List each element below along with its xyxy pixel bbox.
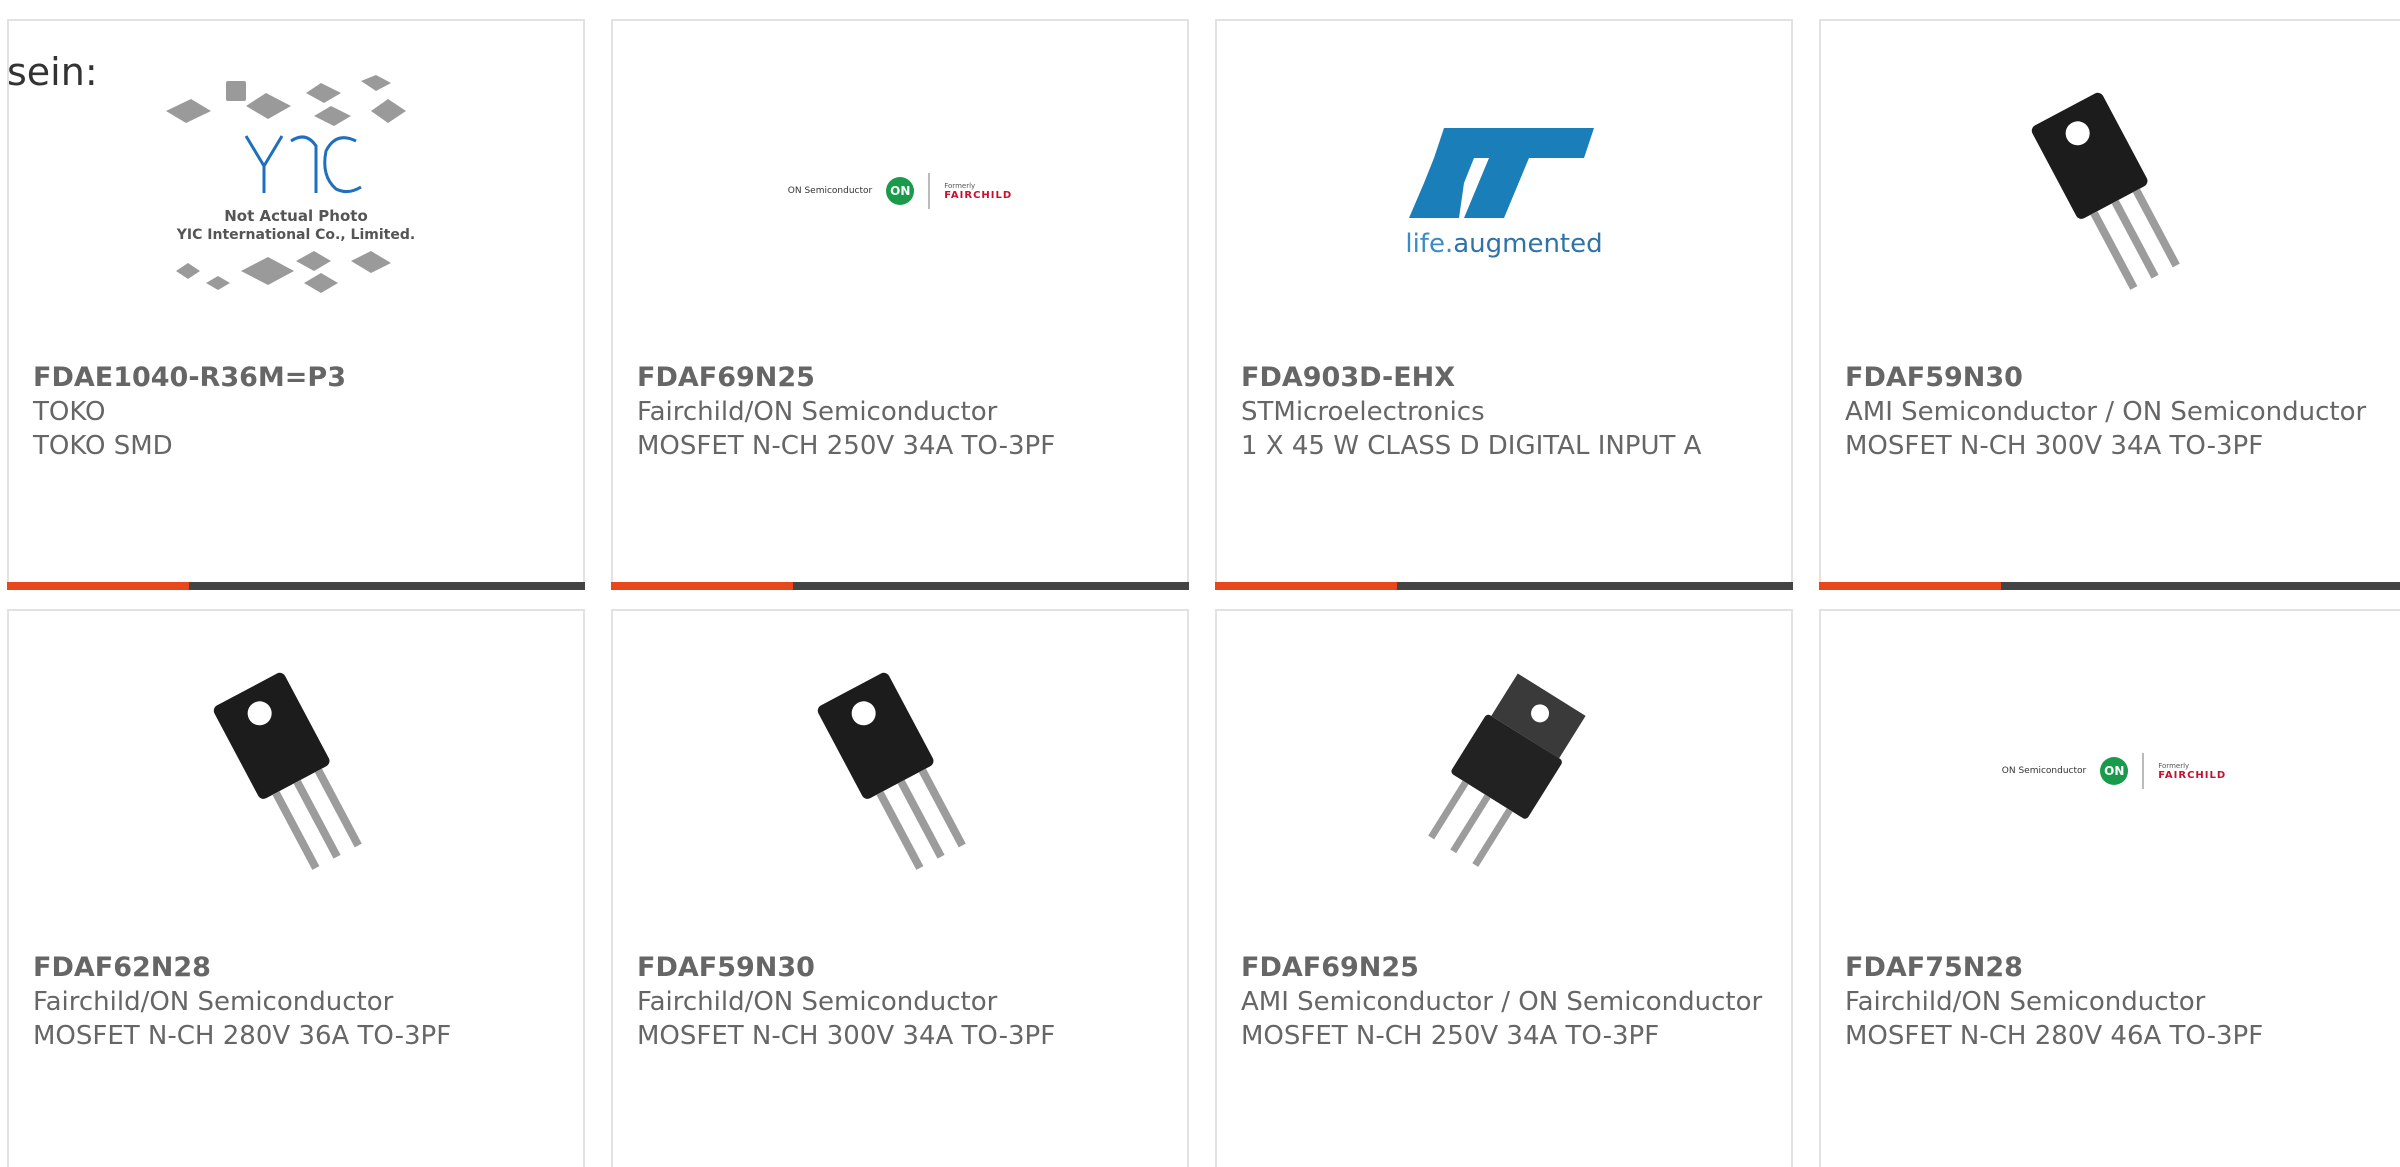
part-number[interactable]: FDAF75N28: [1845, 951, 2389, 985]
part-number[interactable]: FDAF69N25: [1241, 951, 1773, 985]
yic-placeholder-image: Not Actual Photo YIC International Co., …: [166, 75, 415, 293]
product-card[interactable]: Not Actual Photo YIC International Co., …: [7, 19, 585, 590]
product-image[interactable]: ON Semiconductor ON Formerly FAIRCHILD: [1821, 666, 2400, 876]
on-semi-text: ON Semiconductor: [787, 186, 873, 196]
on-fairchild-logo: ON Semiconductor ON Formerly FAIRCHILD: [2002, 753, 2226, 789]
manufacturer: Fairchild/ON Semiconductor: [1845, 987, 2206, 1017]
card-accent-bar: [1215, 582, 1397, 590]
card-accent-bar: [7, 582, 189, 590]
manufacturer: TOKO: [33, 397, 106, 427]
manufacturer: Fairchild/ON Semiconductor: [637, 397, 998, 427]
product-info: FDAF59N30 Fairchild/ON Semiconductor MOS…: [637, 951, 1169, 1053]
product-image[interactable]: [9, 666, 583, 876]
on-fairchild-logo: ON Semiconductor ON Formerly FAIRCHILD: [788, 173, 1012, 209]
product-info: FDAF62N28 Fairchild/ON Semiconductor MOS…: [33, 951, 565, 1053]
part-number[interactable]: FDAE1040-R36M=P3: [33, 361, 565, 395]
manufacturer: Fairchild/ON Semiconductor: [33, 987, 394, 1017]
transistor-to3pf-icon: [817, 672, 966, 870]
transistor-to3pf-icon: [213, 672, 362, 870]
st-tagline-a: life.: [1405, 229, 1454, 259]
product-card[interactable]: ON Semiconductor ON Formerly FAIRCHILD F…: [611, 19, 1189, 590]
product-image[interactable]: life.augmented: [1217, 86, 1791, 296]
fairchild-logo-text: FAIRCHILD: [2158, 769, 2227, 781]
product-info: FDAE1040-R36M=P3 TOKO TOKO SMD: [33, 361, 565, 463]
product-image[interactable]: Not Actual Photo YIC International Co., …: [9, 75, 583, 296]
product-info: FDAF75N28 Fairchild/ON Semiconductor MOS…: [1845, 951, 2389, 1053]
product-image[interactable]: ON Semiconductor ON Formerly FAIRCHILD: [613, 86, 1187, 296]
product-image[interactable]: [1217, 666, 1791, 876]
card-bottom-bar: [1215, 582, 1793, 590]
st-tagline-b: augmented: [1453, 229, 1603, 259]
part-number[interactable]: FDA903D-EHX: [1241, 361, 1773, 395]
part-number[interactable]: FDAF62N28: [33, 951, 565, 985]
product-card[interactable]: FDAF59N30 Fairchild/ON Semiconductor MOS…: [611, 609, 1189, 1167]
formerly-text: Formerly: [2158, 761, 2190, 770]
product-info: FDAF59N30 AMI Semiconductor / ON Semicon…: [1845, 361, 2389, 463]
yic-line1: Not Actual Photo: [224, 207, 368, 225]
description: 1 X 45 W CLASS D DIGITAL INPUT A: [1241, 431, 1702, 461]
product-card[interactable]: FDAF59N30 AMI Semiconductor / ON Semicon…: [1819, 19, 2400, 590]
product-info: FDAF69N25 AMI Semiconductor / ON Semicon…: [1241, 951, 1773, 1053]
description: MOSFET N-CH 300V 34A TO-3PF: [637, 1021, 1056, 1051]
product-card[interactable]: ON Semiconductor ON Formerly FAIRCHILD F…: [1819, 609, 2400, 1167]
description: MOSFET N-CH 250V 34A TO-3PF: [637, 431, 1056, 461]
description: TOKO SMD: [33, 431, 173, 461]
description: MOSFET N-CH 280V 46A TO-3PF: [1845, 1021, 2264, 1051]
card-accent-bar: [611, 582, 793, 590]
logo-divider: [928, 173, 931, 209]
caption-text: sein:: [7, 50, 98, 94]
description: MOSFET N-CH 300V 34A TO-3PF: [1845, 431, 2264, 461]
product-card[interactable]: FDAF69N25 AMI Semiconductor / ON Semicon…: [1215, 609, 1793, 1167]
card-bottom-bar: [611, 582, 1189, 590]
on-logo-icon: ON: [886, 177, 915, 205]
product-grid: Not Actual Photo YIC International Co., …: [0, 0, 2400, 1167]
product-image[interactable]: [613, 666, 1187, 876]
st-logo-icon: [1409, 128, 1594, 218]
product-info: FDAF69N25 Fairchild/ON Semiconductor MOS…: [637, 361, 1169, 463]
st-logo: life.augmented: [1404, 123, 1604, 259]
card-bottom-bar: [7, 582, 585, 590]
formerly-text: Formerly: [944, 181, 976, 190]
card-bottom-bar: [1819, 582, 2400, 590]
product-card[interactable]: life.augmented FDA903D-EHX STMicroelectr…: [1215, 19, 1793, 590]
logo-divider: [2142, 753, 2145, 789]
transistor-to220-icon: [1428, 673, 1586, 867]
part-number[interactable]: FDAF69N25: [637, 361, 1169, 395]
product-info: FDA903D-EHX STMicroelectronics 1 X 45 W …: [1241, 361, 1773, 463]
part-number[interactable]: FDAF59N30: [637, 951, 1169, 985]
transistor-to3pf-icon: [2031, 92, 2180, 290]
product-image[interactable]: [1821, 86, 2400, 296]
product-card[interactable]: FDAF62N28 Fairchild/ON Semiconductor MOS…: [7, 609, 585, 1167]
on-logo-icon: ON: [2100, 757, 2129, 785]
on-semi-text: ON Semiconductor: [2001, 766, 2087, 776]
yic-line2: YIC International Co., Limited.: [176, 227, 415, 243]
card-accent-bar: [1819, 582, 2001, 590]
part-number[interactable]: FDAF59N30: [1845, 361, 2389, 395]
description: MOSFET N-CH 250V 34A TO-3PF: [1241, 1021, 1660, 1051]
manufacturer: Fairchild/ON Semiconductor: [637, 987, 998, 1017]
fairchild-logo-text: FAIRCHILD: [944, 189, 1013, 201]
description: MOSFET N-CH 280V 36A TO-3PF: [33, 1021, 452, 1051]
manufacturer: AMI Semiconductor / ON Semiconductor: [1845, 397, 2367, 427]
manufacturer: STMicroelectronics: [1241, 397, 1485, 427]
manufacturer: AMI Semiconductor / ON Semiconductor: [1241, 987, 1763, 1017]
